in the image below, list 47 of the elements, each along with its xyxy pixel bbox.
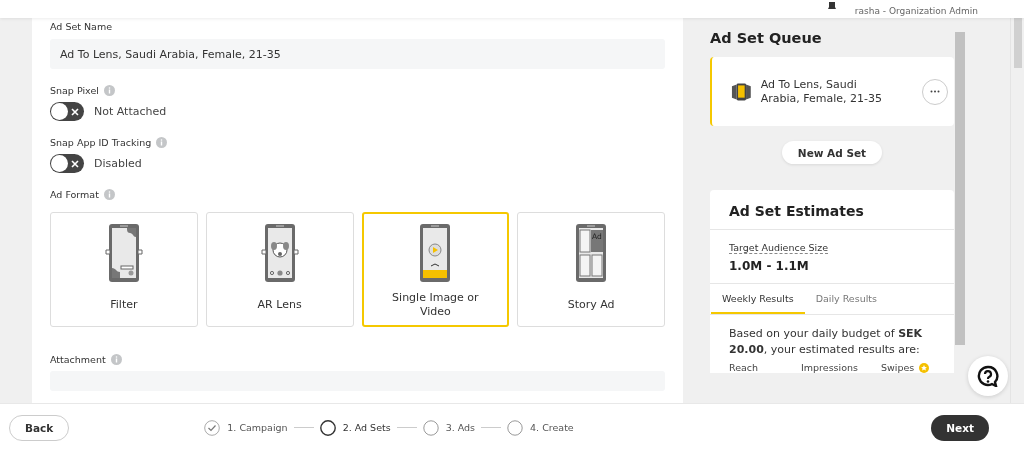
panel-title: Ad Set Queue [710, 30, 823, 46]
step-label: 4. Create [530, 422, 574, 433]
column-heading: Swipes [881, 362, 915, 373]
info-icon[interactable] [156, 137, 168, 148]
queue-item-name: Ad To Lens, Saudi Arabia, Female, 21-35 [760, 77, 883, 106]
field-label: Snap Pixel [50, 85, 99, 96]
card-title: Ad Set Estimates [710, 190, 954, 230]
toggle-status: Not Attached [94, 105, 167, 118]
name-input-field[interactable]: Ad To Lens, Saudi Arabia, Female, 21-35 [50, 39, 665, 69]
format-option[interactable]: Filter [50, 212, 198, 327]
new-ad-set-button[interactable]: New Ad Set [781, 141, 883, 164]
queue-item[interactable]: Ad To Lens, Saudi Arabia, Female, 21-35 [710, 57, 954, 126]
field-label: Attachment [50, 354, 106, 365]
column-heading: Impressions [801, 362, 859, 373]
step-label: 1. Campaign [227, 422, 288, 433]
column-heading: Reach [729, 362, 760, 373]
field-label: Snap App ID Tracking [50, 137, 152, 148]
audience-value: 1.0M - 1.1M [729, 259, 809, 273]
back-button[interactable]: Back [9, 414, 70, 441]
info-icon[interactable] [110, 354, 122, 365]
close-icon [71, 159, 79, 168]
info-icon[interactable] [103, 85, 115, 96]
next-button[interactable]: Next [931, 414, 989, 441]
results-tab[interactable]: Weekly Results [711, 284, 805, 314]
info-icon[interactable] [103, 189, 115, 200]
phone-icon [104, 222, 143, 284]
field-label: Ad Format [50, 189, 99, 200]
help-button[interactable] [968, 356, 1008, 396]
audience-label: Target Audience Size [729, 242, 829, 254]
format-option[interactable]: AR Lens [205, 212, 354, 327]
step-label: 2. Ad Sets [342, 422, 391, 433]
results-tab[interactable]: Daily Results [804, 284, 888, 314]
toggle-status: Disabled [94, 157, 142, 170]
toggle-switch[interactable] [50, 102, 84, 121]
summary-text: Based on your daily budget of SEK 20.00, your estimated results are: [728, 326, 924, 358]
dots-icon [930, 90, 940, 93]
help-icon [977, 365, 999, 387]
phones-icon [731, 81, 752, 102]
field-label: Ad Set Name [50, 21, 113, 32]
more-button[interactable] [922, 78, 948, 105]
step-label: 3. Ads [445, 422, 476, 433]
user-name[interactable]: rasha - Organization Admin [854, 6, 978, 16]
close-icon [71, 107, 79, 116]
phone-icon [260, 222, 299, 284]
format-option[interactable]: Single Image or Video [361, 212, 510, 327]
page-scrollbar[interactable] [1010, 18, 1024, 403]
toggle-switch[interactable] [50, 154, 84, 173]
